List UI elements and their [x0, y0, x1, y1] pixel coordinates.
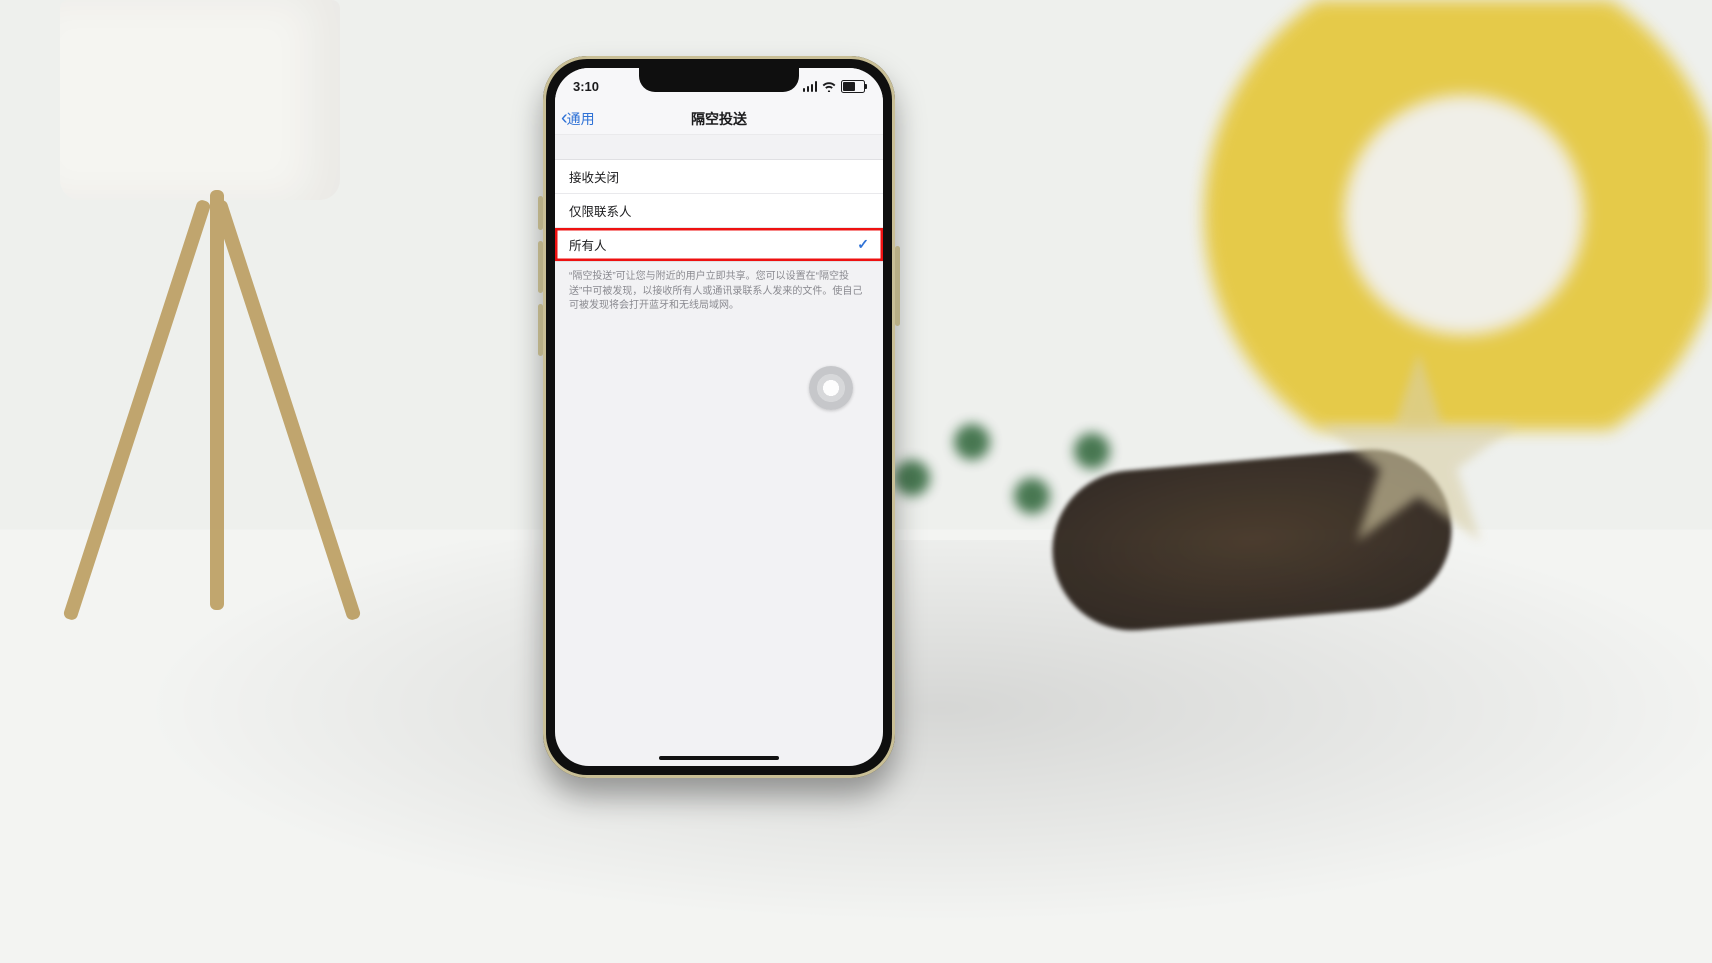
option-contacts-only[interactable]: 仅限联系人 ✓ [555, 193, 883, 227]
airdrop-options-list: 接收关闭 ✓ 仅限联系人 ✓ 所有人 ✓ [555, 159, 883, 262]
checkmark-icon: ✓ [857, 236, 869, 253]
option-everyone[interactable]: 所有人 ✓ [555, 227, 883, 261]
background-plant-stand [40, 0, 420, 680]
back-button-label: 通用 [567, 109, 595, 129]
page-title: 隔空投送 [555, 104, 883, 134]
phone-notch [639, 68, 799, 92]
section-footer-text: “隔空投送”可让您与附近的用户立即共享。您可以设置在“隔空投送”中可被发现，以接… [555, 262, 883, 314]
back-button[interactable]: ‹ 通用 [561, 104, 595, 134]
background-star-decor [1302, 300, 1682, 600]
navigation-bar: ‹ 通用 隔空投送 [555, 104, 883, 135]
wifi-icon [822, 81, 836, 92]
battery-icon [841, 80, 865, 93]
option-label: 所有人 [569, 235, 607, 254]
photo-background: 3:10 ‹ 通用 隔空 [0, 0, 1712, 963]
option-label: 仅限联系人 [569, 201, 632, 220]
assistive-touch-button[interactable] [809, 366, 853, 410]
phone-volume-down [538, 304, 543, 356]
phone-power-button [895, 246, 900, 326]
phone-volume-up [538, 241, 543, 293]
phone-mute-switch [538, 196, 543, 230]
phone-frame: 3:10 ‹ 通用 隔空 [543, 56, 895, 778]
home-indicator[interactable] [659, 756, 779, 760]
option-label: 接收关闭 [569, 167, 619, 186]
status-time: 3:10 [573, 79, 599, 94]
phone-screen: 3:10 ‹ 通用 隔空 [555, 68, 883, 766]
option-receiving-off[interactable]: 接收关闭 ✓ [555, 160, 883, 193]
cellular-signal-icon [803, 81, 818, 92]
